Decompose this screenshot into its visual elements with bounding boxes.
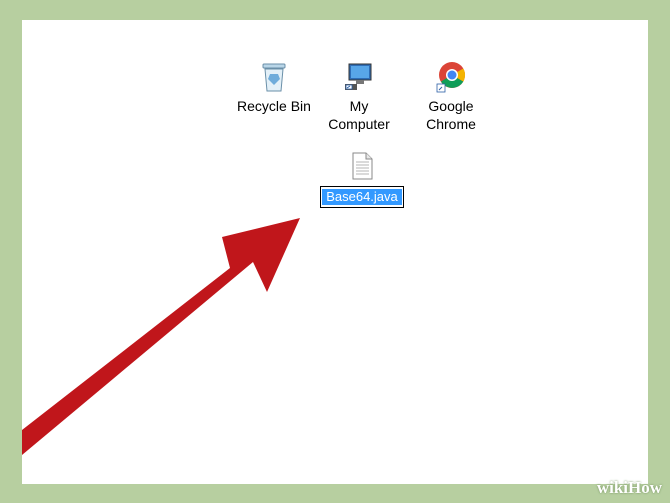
my-computer-shortcut[interactable]: My Computer <box>314 60 404 133</box>
text-file-icon <box>352 152 373 180</box>
computer-icon <box>345 63 372 90</box>
desktop-area: Recycle Bin My Computer Google Chrome Ba… <box>22 20 648 484</box>
my-computer-label: My Computer <box>328 98 390 132</box>
google-chrome-label: Google Chrome <box>426 98 476 132</box>
recycle-bin-label: Recycle Bin <box>237 98 311 114</box>
chrome-icon <box>436 62 466 93</box>
google-chrome-shortcut[interactable]: Google Chrome <box>406 60 496 133</box>
wikihow-watermark: wikiHow <box>596 478 662 497</box>
filename-rename-field[interactable]: Base64.java <box>320 186 404 208</box>
recycle-bin-shortcut[interactable]: Recycle Bin <box>229 60 319 115</box>
filename-selected-text[interactable]: Base64.java <box>322 189 402 205</box>
java-file-item[interactable]: Base64.java <box>312 152 412 208</box>
recycle-bin-icon <box>262 63 286 92</box>
